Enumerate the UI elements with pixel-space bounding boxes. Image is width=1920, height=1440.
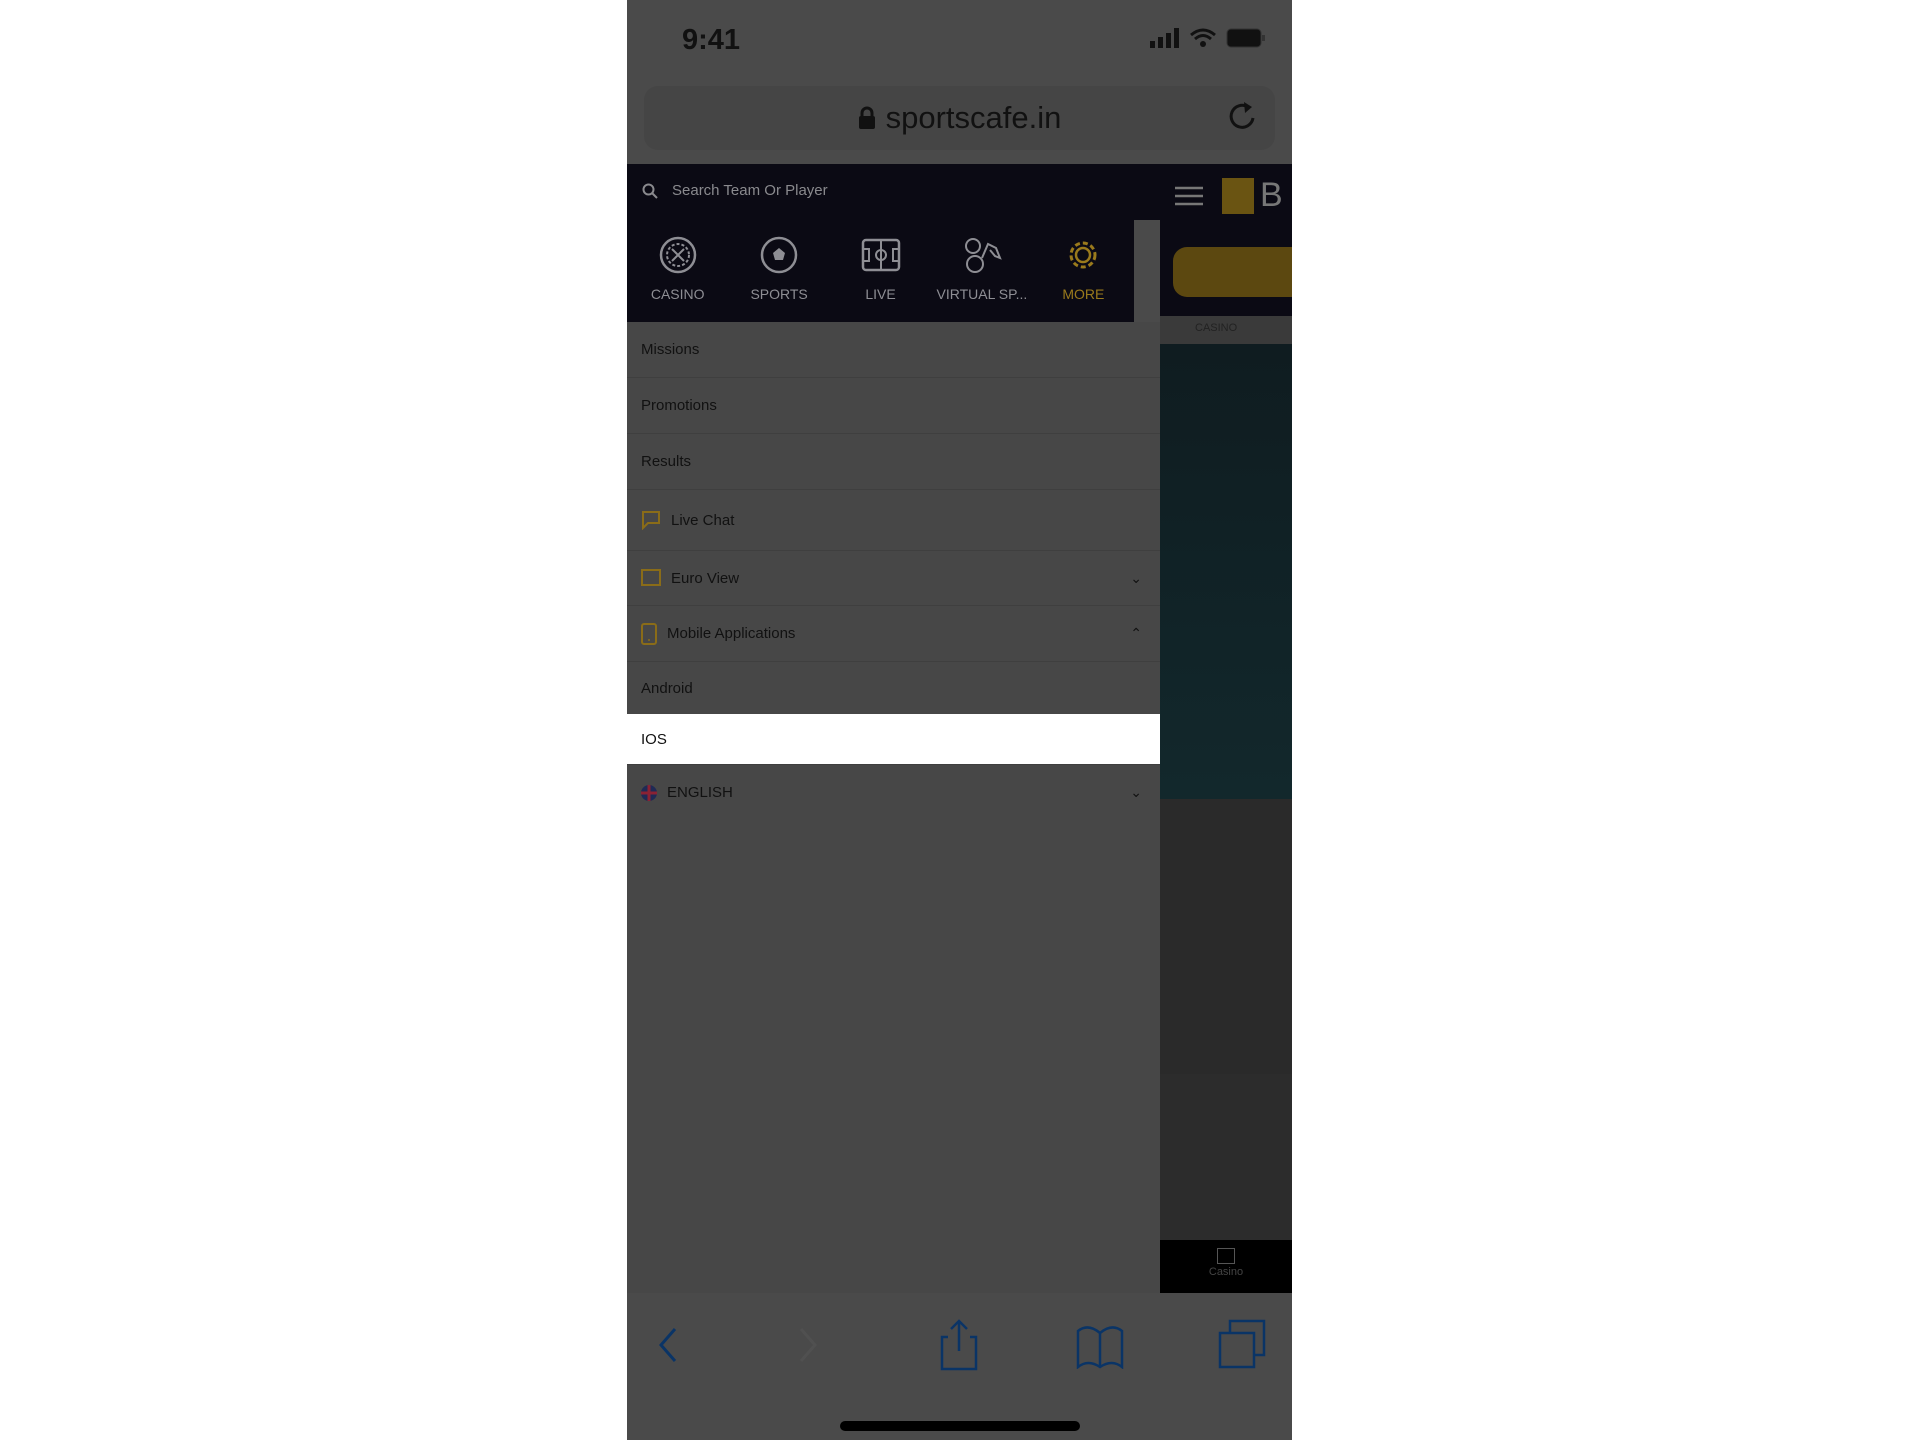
gear-icon xyxy=(1069,241,1097,269)
share-icon[interactable] xyxy=(940,1319,980,1371)
menu-item-euro-view[interactable]: Euro View ⌄ xyxy=(627,551,1160,606)
tab-label: VIRTUAL SP... xyxy=(936,286,1028,302)
lock-icon xyxy=(858,106,875,129)
menu-item-live-chat[interactable]: Live Chat xyxy=(627,490,1160,551)
tab-virtual-sports[interactable]: VIRTUAL SP... xyxy=(931,220,1032,322)
category-tabs: CASINO SPORTS LIVE VIRTUAL SP... MORE xyxy=(627,220,1134,322)
url-text: sportscafe.in xyxy=(885,100,1062,135)
forward-icon[interactable] xyxy=(797,1323,821,1367)
chat-icon xyxy=(642,511,660,530)
item-label: Live Chat xyxy=(671,511,735,529)
hero-image xyxy=(1160,344,1292,799)
status-time: 9:41 xyxy=(682,24,741,56)
item-label: Euro View xyxy=(671,569,740,587)
item-label: Missions xyxy=(641,341,700,358)
field-icon xyxy=(861,238,900,272)
tab-sports[interactable]: SPORTS xyxy=(728,220,829,322)
tab-live[interactable]: LIVE xyxy=(830,220,931,322)
home-indicator[interactable] xyxy=(840,1421,1080,1431)
tab-label: MORE xyxy=(1062,286,1105,302)
bottom-nav-casino[interactable]: Casino xyxy=(1160,1240,1292,1293)
item-label: ENGLISH xyxy=(667,784,733,801)
tab-label: SPORTS xyxy=(750,286,808,302)
signal-icon xyxy=(1150,28,1179,48)
bookmarks-icon[interactable] xyxy=(1076,1323,1124,1369)
item-label: Android xyxy=(641,679,693,697)
side-menu: Search Team Or Player CASINO SPORTS LIVE… xyxy=(627,164,1160,1293)
tabs-icon[interactable] xyxy=(1218,1319,1266,1369)
tab-casino[interactable]: CASINO xyxy=(627,220,728,322)
status-bar: 9:41 xyxy=(627,0,1292,80)
item-label: IOS xyxy=(641,730,667,748)
content-area xyxy=(1160,799,1292,1074)
tab-label: CASINO xyxy=(650,286,705,302)
brand-logo xyxy=(1222,178,1254,214)
item-label: Promotions xyxy=(641,397,717,414)
back-icon[interactable] xyxy=(655,1323,679,1367)
header-gap xyxy=(1134,220,1160,322)
logo-text: B xyxy=(1260,176,1283,214)
banner-button xyxy=(1173,247,1292,297)
roulette-icon xyxy=(659,236,696,274)
item-label: Mobile Applications xyxy=(667,625,796,642)
phone-screen: 9:41 sportscafe.in Search Team Or Player… xyxy=(627,0,1292,1440)
menu-item-results[interactable]: Results xyxy=(627,434,1160,490)
chevron-down-icon[interactable]: ⌄ xyxy=(1130,784,1142,801)
search-placeholder: Search Team Or Player xyxy=(672,182,828,199)
search-icon xyxy=(642,183,658,199)
virtual-sports-icon xyxy=(964,238,1002,273)
menu-header: Search Team Or Player CASINO SPORTS LIVE… xyxy=(627,164,1160,322)
search-field[interactable]: Search Team Or Player xyxy=(642,182,828,199)
battery-icon xyxy=(1226,28,1265,48)
menu-item-mobile-applications[interactable]: Mobile Applications ⌃ xyxy=(627,606,1160,662)
tab-casino-bg: CASINO xyxy=(1160,316,1292,344)
address-bar[interactable]: sportscafe.in xyxy=(644,86,1275,150)
menu-item-android[interactable]: Android xyxy=(627,662,1160,714)
background-page: B CASINO Casino xyxy=(1160,164,1292,1293)
language-selector[interactable]: ENGLISH ⌄ xyxy=(627,765,1160,820)
hamburger-icon[interactable] xyxy=(1175,186,1203,206)
menu-item-ios[interactable]: IOS xyxy=(627,714,1160,765)
menu-item-missions[interactable]: Missions xyxy=(627,322,1160,378)
soccer-ball-icon xyxy=(760,236,798,274)
tab-more[interactable]: MORE xyxy=(1033,220,1134,322)
mobile-phone-icon xyxy=(641,622,657,645)
menu-item-promotions[interactable]: Promotions xyxy=(627,378,1160,434)
bottom-nav-label: Casino xyxy=(1208,1266,1244,1278)
tab-label: LIVE xyxy=(865,286,896,302)
chevron-up-icon[interactable]: ⌃ xyxy=(1130,625,1142,642)
euro-view-icon xyxy=(641,569,661,586)
reload-icon[interactable] xyxy=(1227,100,1259,134)
uk-flag-icon xyxy=(641,784,657,801)
browser-toolbar xyxy=(627,1293,1292,1440)
wifi-icon xyxy=(1190,28,1216,47)
item-label: Results xyxy=(641,453,692,470)
cards-icon xyxy=(1217,1248,1235,1264)
chevron-down-icon[interactable]: ⌄ xyxy=(1130,570,1142,587)
